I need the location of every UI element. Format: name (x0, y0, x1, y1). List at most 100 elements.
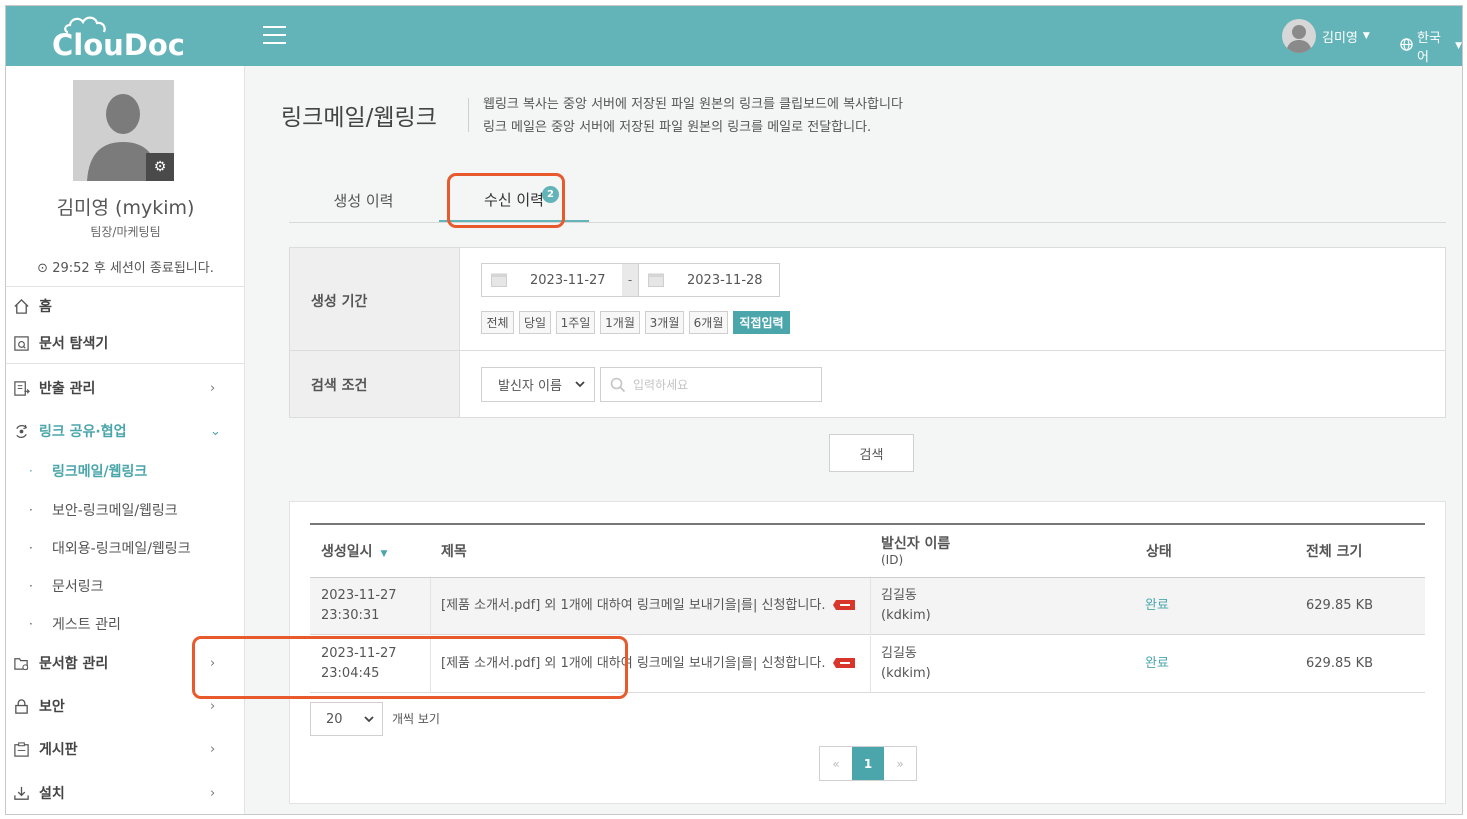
column-header-sender: 발신자 이름 (ID) (881, 536, 951, 567)
range-all-button[interactable]: 전체 (481, 311, 514, 334)
app-window: ClouDoc 김미영 ▼ 한국어 ▼ ⚙ 김미영 (mykim) 팀장/마케팅… (5, 5, 1463, 815)
sidebar-item-label: 반출 관리 (39, 381, 96, 397)
chevron-down-icon (364, 716, 374, 723)
end-date-field[interactable]: 2023-11-28 (638, 263, 780, 297)
start-date-value: 2023-11-27 (530, 272, 606, 288)
column-header-status: 상태 (1146, 544, 1172, 560)
chevron-right-icon: › (210, 785, 216, 801)
column-header-subject: 제목 (441, 544, 467, 560)
date-separator: - (622, 263, 638, 297)
search-icon (610, 377, 626, 393)
profile-name: 김미영 (mykim) (56, 197, 195, 219)
search-field-select[interactable]: 발신자 이름 (481, 367, 595, 402)
download-icon (11, 783, 31, 803)
user-menu[interactable]: 김미영 ▼ (1282, 18, 1370, 54)
search-filter-panel: 생성 기간 검색 조건 2023-11-27 - 2023-11-28 전체 당… (289, 247, 1446, 418)
search-button[interactable]: 검색 (829, 434, 914, 472)
sidebar-item-export[interactable]: 반출 관리 › (6, 369, 245, 407)
pagination: « 1 » (819, 746, 917, 781)
next-page-button[interactable]: » (884, 747, 916, 780)
clock-icon: ⊙ (37, 261, 49, 276)
export-document-icon (11, 378, 31, 398)
user-name: 김미영 (1322, 30, 1358, 46)
sidebar-item-home[interactable]: 홈 (6, 287, 245, 325)
lock-icon (11, 696, 31, 716)
chevron-right-icon: › (210, 655, 216, 671)
sidebar-item-link-share[interactable]: 링크 공유·협업 ⌄ (6, 412, 245, 450)
sidebar-item-label: 문서함 관리 (39, 656, 109, 672)
divider (290, 350, 1445, 351)
range-1week-button[interactable]: 1주일 (556, 311, 595, 334)
row-sender: 김길동 (kdkim) (881, 588, 931, 623)
row-status: 완료 (1145, 598, 1169, 613)
range-custom-button[interactable]: 직접입력 (733, 311, 790, 334)
row-size: 629.85 KB (1306, 598, 1374, 613)
sidebar-subitem-label: 보안-링크메일/웹링크 (52, 503, 178, 519)
range-6month-button[interactable]: 6개월 (689, 311, 728, 334)
sidebar-subitem-label: 게스트 관리 (52, 617, 121, 633)
sidebar-item-board[interactable]: 게시판 › (6, 730, 245, 768)
chevron-right-icon: › (210, 698, 216, 714)
sidebar-item-security[interactable]: 보안 › (6, 687, 245, 725)
logo-text: ClouDoc (52, 28, 185, 62)
condition-label: 검색 조건 (311, 378, 368, 394)
calendar-icon (648, 273, 664, 287)
folder-settings-icon (11, 653, 31, 673)
prev-page-button[interactable]: « (820, 747, 852, 780)
page-button-current[interactable]: 1 (852, 747, 884, 780)
page-description: 웹링크 복사는 중앙 서버에 저장된 파일 원본의 링크를 클립보드에 복사합니… (483, 93, 903, 139)
column-header-created[interactable]: 생성일시 ▼ (321, 544, 387, 562)
sidebar-subitem-secure-linkmail[interactable]: · 보안-링크메일/웹링크 (6, 492, 245, 528)
session-text: 29:52 후 세션이 종료됩니다. (52, 261, 214, 276)
row-subject[interactable]: [제품 소개서.pdf] 외 1개에 대하여 링크메일 보내기을|를| 신청합니… (441, 654, 856, 674)
sidebar-item-label: 링크 공유·협업 (39, 424, 127, 440)
language-label: 한국어 (1417, 31, 1441, 65)
page-size-value: 20 (326, 712, 343, 727)
divider (6, 363, 245, 364)
share-cycle-icon (11, 421, 31, 441)
profile-avatar: ⚙ (73, 80, 174, 181)
table-row[interactable]: 2023-11-27 23:04:45 [제품 소개서.pdf] 외 1개에 대하… (310, 636, 1425, 693)
sidebar-item-explorer[interactable]: 문서 탐색기 (6, 324, 245, 362)
row-size: 629.85 KB (1306, 656, 1374, 671)
globe-icon (1400, 37, 1413, 55)
table-row[interactable]: 2023-11-27 23:30:31 [제품 소개서.pdf] 외 1개에 대하… (310, 578, 1425, 635)
document-search-icon (11, 333, 31, 353)
chevron-down-icon: ▼ (1455, 41, 1462, 51)
tab-bar-line (289, 222, 1446, 223)
sidebar-item-docbox[interactable]: 문서함 관리 › (6, 644, 245, 682)
menu-toggle-icon[interactable] (263, 26, 287, 44)
avatar (1282, 19, 1316, 53)
session-timer: ⊙ 29:52 후 세션이 종료됩니다. (6, 257, 245, 276)
gear-icon[interactable]: ⚙ (146, 153, 174, 181)
sidebar-subitem-guest[interactable]: · 게스트 관리 (6, 606, 245, 642)
language-menu[interactable]: 한국어 ▼ (1400, 27, 1462, 65)
sidebar-subitem-linkmail[interactable]: · 링크메일/웹링크 (6, 453, 245, 489)
column-header-sender-sub: (ID) (881, 553, 904, 567)
calendar-icon (491, 273, 507, 287)
cloudoc-logo[interactable]: ClouDoc (52, 14, 202, 62)
sidebar-subitem-label: 대외용-링크메일/웹링크 (52, 541, 191, 557)
range-1month-button[interactable]: 1개월 (600, 311, 640, 334)
period-label: 생성 기간 (311, 294, 368, 310)
sidebar-item-install[interactable]: 설치 › (6, 774, 245, 812)
row-sender: 김길동 (kdkim) (881, 646, 931, 681)
sidebar-subitem-doclink[interactable]: · 문서링크 (6, 568, 245, 604)
range-today-button[interactable]: 당일 (519, 311, 551, 334)
start-date-field[interactable]: 2023-11-27 (481, 263, 623, 297)
end-date-value: 2023-11-28 (687, 272, 763, 288)
sidebar-subitem-external-linkmail[interactable]: · 대외용-링크메일/웹링크 (6, 530, 245, 566)
clipboard-icon (11, 739, 31, 759)
chevron-down-icon (575, 381, 585, 388)
row-subject[interactable]: [제품 소개서.pdf] 외 1개에 대하여 링크메일 보내기을|를| 신청합니… (441, 596, 856, 616)
home-icon (11, 296, 31, 316)
chevron-down-icon: ⌄ (210, 423, 221, 439)
tab-created-history[interactable]: 생성 이력 (291, 178, 436, 222)
page-size-select[interactable]: 20 (310, 702, 383, 736)
tab-received-history[interactable]: 수신 이력 2 (439, 178, 589, 222)
top-bar: ClouDoc 김미영 ▼ 한국어 ▼ (6, 6, 1462, 66)
range-3month-button[interactable]: 3개월 (645, 311, 684, 334)
search-input-wrapper (600, 367, 822, 402)
search-input[interactable] (633, 375, 813, 395)
tab-label: 수신 이력 (484, 190, 544, 209)
